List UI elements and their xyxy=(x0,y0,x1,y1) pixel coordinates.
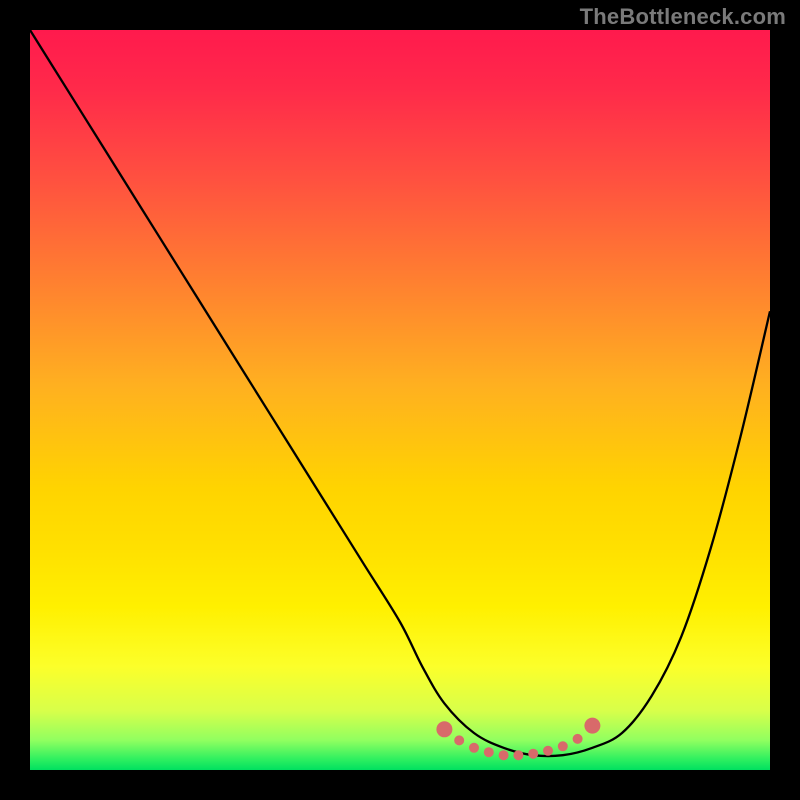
chart-svg xyxy=(30,30,770,770)
chart-dot xyxy=(528,749,538,759)
chart-dot xyxy=(543,746,553,756)
watermark-text: TheBottleneck.com xyxy=(580,4,786,30)
chart-dot xyxy=(513,750,523,760)
chart-dot xyxy=(436,721,452,737)
chart-frame: TheBottleneck.com xyxy=(0,0,800,800)
chart-dot xyxy=(573,734,583,744)
chart-dot xyxy=(454,735,464,745)
chart-dot xyxy=(558,741,568,751)
chart-dot xyxy=(499,750,509,760)
chart-curve xyxy=(30,30,770,756)
chart-dot xyxy=(469,743,479,753)
chart-dot xyxy=(484,747,494,757)
chart-dot xyxy=(584,718,600,734)
